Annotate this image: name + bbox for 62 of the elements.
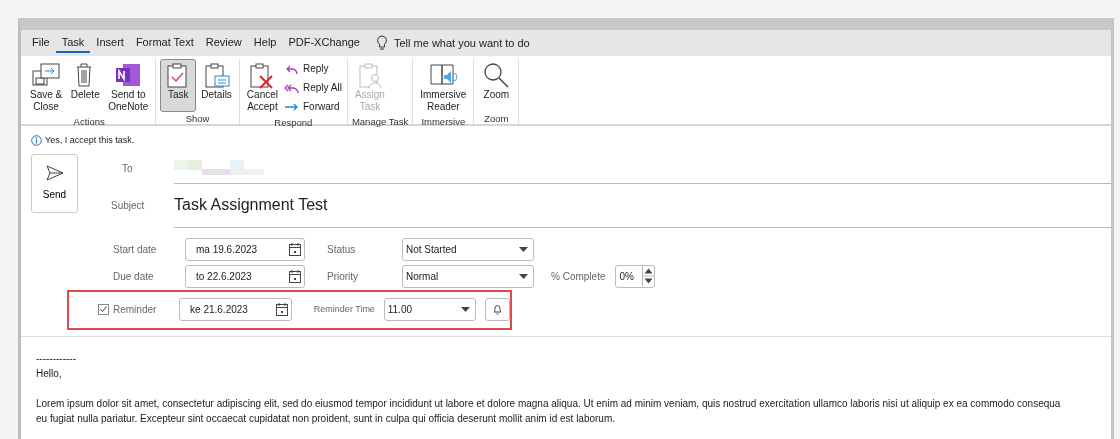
calendar-icon — [275, 303, 288, 316]
ribbon-button[interactable]: Immersive Reader — [417, 59, 470, 115]
group-label: Immersive — [420, 115, 467, 128]
menu-tab[interactable]: File — [26, 33, 56, 53]
subject-field[interactable]: Task Assignment Test — [174, 183, 1111, 228]
send-icon — [45, 164, 64, 181]
greeting-text: Hello, — [36, 366, 63, 381]
dropdown-arrow-icon — [519, 246, 528, 252]
date-field[interactable]: ke 21.6.2023 — [179, 298, 292, 321]
date-field[interactable]: to 22.6.2023 — [185, 264, 305, 288]
dropdown[interactable]: 11.00 — [383, 298, 476, 321]
group-label: Manage Task — [351, 115, 409, 128]
field-label: Reminder Time — [313, 302, 376, 316]
ribbon-button[interactable]: Forward — [283, 97, 343, 116]
field-label: % Complete — [551, 269, 606, 284]
ribbon-button[interactable]: Zoom — [478, 59, 515, 112]
menu-tab[interactable]: Insert — [90, 33, 130, 53]
ribbon-button[interactable]: Cancel Accept — [243, 59, 281, 115]
field-label: To — [122, 162, 134, 176]
send-button[interactable]: Send — [31, 153, 78, 213]
date-field[interactable]: ma 19.6.2023 — [185, 237, 305, 261]
menu-tab[interactable]: Review — [199, 33, 248, 53]
dropdown-arrow-icon — [519, 273, 528, 279]
field-label: Reminder — [113, 303, 157, 317]
field-label: Due date — [113, 269, 154, 284]
spin-arrows-icon — [642, 266, 655, 286]
field-label: Start date — [113, 242, 157, 257]
separator-text: ------------ — [36, 351, 77, 366]
info-text: Yes, I accept this task. — [45, 134, 135, 147]
group-label: Actions — [72, 115, 106, 128]
dropdown[interactable]: Normal — [402, 264, 534, 288]
group-label: Respond — [273, 116, 314, 129]
save-close-icon — [31, 61, 62, 89]
ribbon-button[interactable]: Reply All — [283, 78, 343, 97]
ribbon-button[interactable]: Reply — [283, 59, 343, 78]
dropdown[interactable]: Not Started — [402, 237, 534, 261]
calendar-icon — [289, 269, 301, 283]
field-label: Priority — [327, 269, 360, 284]
ribbon-button[interactable]: Save & Close — [27, 59, 66, 115]
dropdown-arrow-icon — [460, 307, 470, 312]
menu-tab[interactable]: PDF-XChange — [282, 33, 366, 53]
bell-icon — [492, 304, 502, 315]
ribbon-button[interactable]: Delete — [67, 59, 104, 112]
menu-tab[interactable]: Format Text — [129, 33, 200, 53]
search-field[interactable]: Tell me what you want to do — [394, 34, 574, 52]
lightbulb-icon — [376, 35, 388, 51]
field-label: Subject — [111, 199, 146, 213]
checkbox[interactable] — [98, 304, 109, 315]
ribbon-button[interactable]: Task — [160, 59, 197, 112]
calendar-icon — [289, 242, 301, 256]
group-label: Zoom — [483, 112, 510, 125]
percent-spinner[interactable]: 0% — [615, 264, 656, 288]
info-icon — [31, 135, 42, 147]
reminder-sound-button[interactable] — [484, 298, 510, 321]
body-text: eu fugiat nulla pariatur. Excepteur sint occaecat cupidatat non proident, sunt in culpa qui officia deserunt mollit anim id est laborum. — [36, 411, 617, 426]
menu-tab[interactable]: Help — [247, 33, 283, 53]
group-label: Show — [184, 112, 211, 125]
field-label: Status — [327, 242, 357, 257]
ribbon-button[interactable]: Details — [198, 59, 235, 112]
ribbon-button[interactable]: Send to OneNote — [105, 59, 152, 115]
menu-tab[interactable]: Task — [55, 33, 91, 53]
body-text: Lorem ipsum dolor sit amet, consectetur adipiscing elit, sed do eiusmod tempor incididunt ut labore et dolore magna aliqua. Ut enim ad minim veniam, quis nostrud exercitation ullamco laboris nisi ut aliquip ex ea commodo consequa — [36, 396, 1062, 411]
